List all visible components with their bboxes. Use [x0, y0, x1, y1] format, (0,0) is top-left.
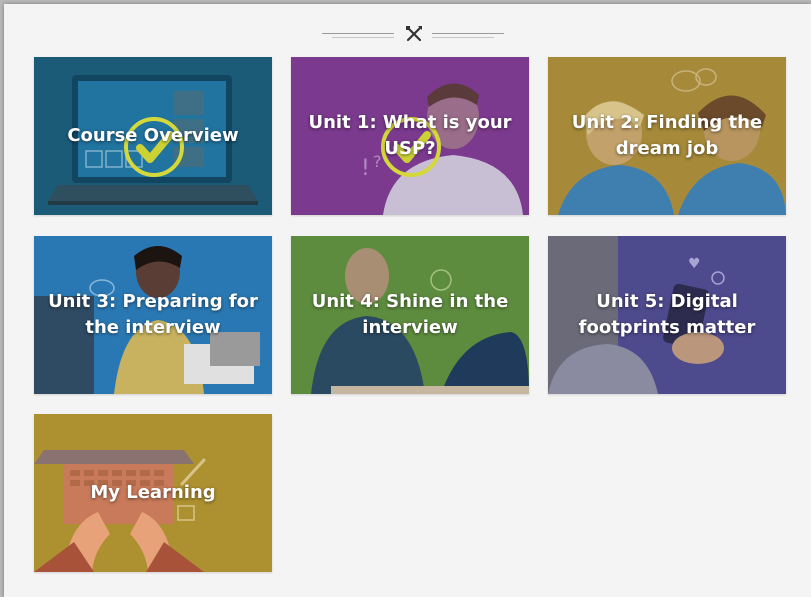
tile-title: Unit 4: Shine in the interview [311, 291, 509, 338]
tile-my-learning[interactable]: My Learning [34, 414, 272, 572]
header-line-right [432, 33, 504, 34]
tile-title: Unit 5: Digital footprints matter [578, 291, 756, 338]
tile-unit-1[interactable]: ! ? Unit 1: What is your USP? [291, 57, 529, 215]
tile-title: My Learning [90, 482, 216, 503]
header-decoration [322, 24, 506, 44]
header-line-right-thin [432, 37, 494, 38]
tile-course-overview[interactable]: Course Overview [34, 57, 272, 215]
tile-title: Unit 1: What is your USP? [308, 112, 512, 159]
header-line-left-thin [332, 37, 394, 38]
tile-unit-4[interactable]: Unit 4: Shine in the interview [291, 236, 529, 394]
tile-unit-2[interactable]: Unit 2: Finding the dream job [548, 57, 786, 215]
tile-title: Unit 2: Finding the dream job [571, 112, 763, 159]
tile-title: Unit 3: Preparing for the interview [48, 291, 258, 338]
tile-unit-5[interactable]: ♥ Unit 5: Digital footprints matter [548, 236, 786, 394]
pencil-ruler-icon [404, 24, 424, 44]
course-menu-frame: Course Overview ! ? Unit 1: What is your… [4, 4, 811, 597]
header-line-left [322, 33, 394, 34]
tile-unit-3[interactable]: Unit 3: Preparing for the interview [34, 236, 272, 394]
tile-title: Course Overview [67, 125, 239, 146]
